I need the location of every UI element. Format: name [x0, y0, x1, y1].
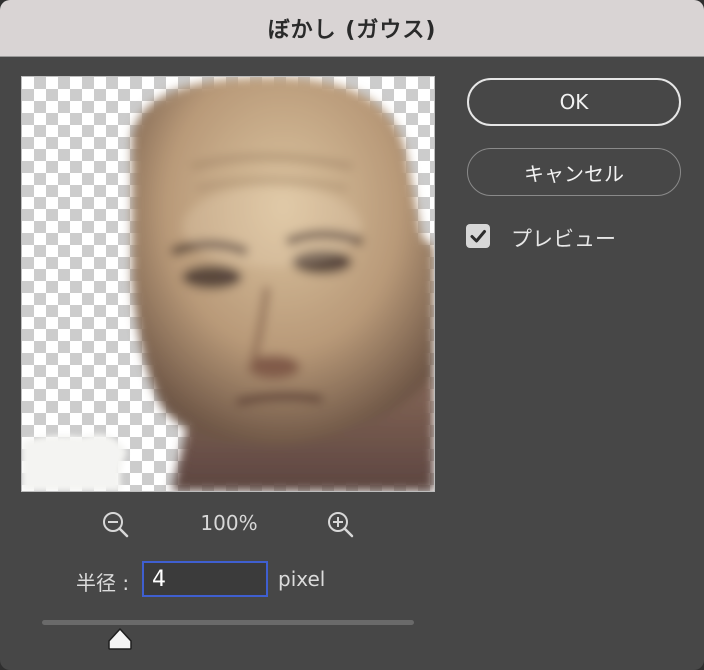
preview-checkbox-label[interactable]: プレビュー: [511, 223, 616, 253]
radius-slider-thumb[interactable]: [106, 627, 134, 651]
checkmark-icon: [470, 230, 486, 243]
blur-preview-area[interactable]: [21, 76, 435, 492]
gaussian-blur-dialog: ぼかし (ガウス) 100% 半径: 4 pixel OK キャンセル プレビ…: [0, 0, 704, 670]
radius-unit-label: pixel: [278, 567, 326, 591]
preview-checkbox[interactable]: [466, 224, 490, 248]
zoom-level-value: 100%: [200, 511, 258, 535]
zoom-out-icon[interactable]: [101, 510, 131, 540]
radius-input[interactable]: [142, 561, 268, 597]
cancel-button[interactable]: キャンセル: [467, 148, 681, 196]
radius-label: 半径 :: [76, 571, 130, 595]
radius-slider-track[interactable]: [42, 620, 414, 625]
zoom-in-icon[interactable]: [326, 510, 356, 540]
title-bar[interactable]: ぼかし (ガウス): [0, 0, 704, 57]
zoom-controls: 100%: [21, 506, 435, 542]
preview-image: [22, 77, 434, 491]
ok-button[interactable]: OK: [467, 78, 681, 126]
dialog-title: ぼかし (ガウス): [267, 18, 437, 43]
